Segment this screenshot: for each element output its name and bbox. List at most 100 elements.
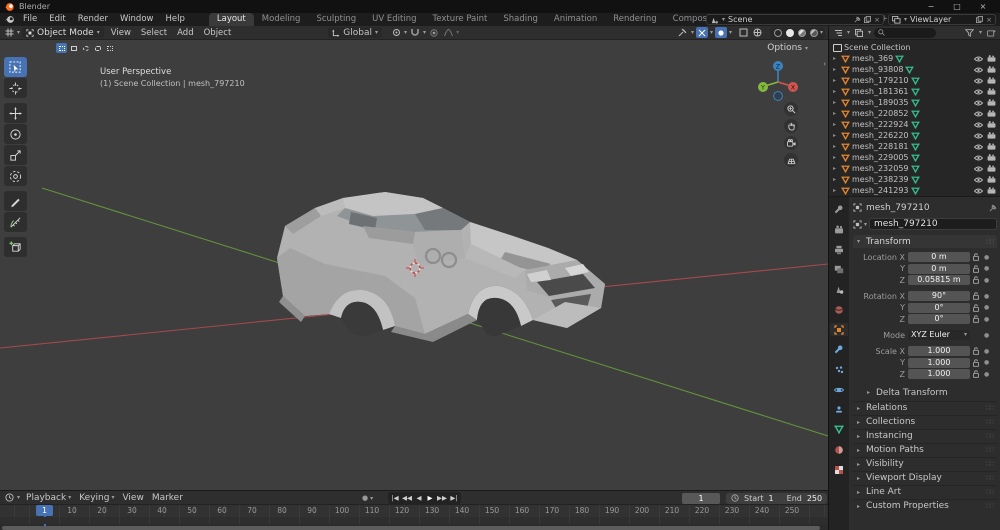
filter-icon[interactable] — [964, 27, 976, 38]
section-relations[interactable]: ▸ Relations ∷∷ — [853, 400, 997, 415]
object-name[interactable]: mesh_93808 — [852, 65, 903, 74]
object-name[interactable]: mesh_181361 — [852, 87, 909, 96]
shading-solid-icon[interactable] — [785, 28, 794, 37]
zoom-icon[interactable] — [784, 102, 798, 116]
new-collection-icon[interactable] — [985, 27, 997, 38]
auto-keying-record-icon[interactable]: ● — [362, 494, 368, 502]
transform-tool[interactable] — [4, 166, 27, 186]
shading-material-icon[interactable] — [797, 28, 806, 37]
transform-orientation[interactable]: Global ▾ — [328, 27, 383, 38]
pin-icon[interactable] — [854, 16, 861, 23]
lock-icon[interactable] — [973, 347, 981, 355]
lock-icon[interactable] — [973, 303, 981, 312]
eye-icon[interactable] — [974, 89, 983, 95]
transform-value-field[interactable]: 1.000 — [908, 369, 970, 379]
tab-modeling[interactable]: Modeling — [254, 13, 309, 26]
lock-icon[interactable] — [973, 264, 981, 273]
options-dropdown[interactable]: Options ▾ — [767, 43, 808, 53]
animate-dot-icon[interactable]: ● — [984, 348, 989, 355]
tab-sculpting[interactable]: Sculpting — [308, 13, 364, 26]
expand-icon[interactable]: ▸ — [833, 165, 839, 172]
rotation-mode-dropdown[interactable]: XYZ Euler ▾ — [908, 330, 970, 340]
eye-icon[interactable] — [974, 166, 983, 172]
outliner-item[interactable]: ▸ mesh_238239 — [833, 174, 998, 185]
object-name[interactable]: mesh_229005 — [852, 153, 909, 162]
mode-selector[interactable]: Object Mode ▾ — [22, 27, 104, 38]
chevron-down-icon[interactable]: ▾ — [820, 29, 823, 36]
measure-tool[interactable] — [4, 212, 27, 232]
menu-render[interactable]: Render — [72, 13, 114, 26]
expand-icon[interactable]: ▸ — [833, 88, 839, 95]
timeline-ruler[interactable]: 10 20 30 40 50 60 70 80 90 100 110 120 130 140 150 160 1… — [0, 505, 828, 517]
timeline-menu-view[interactable]: View — [118, 493, 147, 503]
current-frame-badge[interactable]: 1 — [36, 505, 53, 516]
camera-icon[interactable] — [987, 165, 996, 172]
prev-keyframe-button[interactable]: ◀◀ — [401, 492, 413, 504]
perspective-toggle-icon[interactable] — [784, 153, 798, 167]
transform-value-field[interactable]: 0° — [908, 314, 970, 324]
outliner-item[interactable]: ▸ mesh_232059 — [833, 163, 998, 174]
expand-icon[interactable]: ▸ — [833, 176, 839, 183]
camera-icon[interactable] — [987, 55, 996, 62]
camera-icon[interactable] — [987, 154, 996, 161]
camera-icon[interactable] — [987, 66, 996, 73]
eye-icon[interactable] — [974, 144, 983, 150]
shading-wireframe-icon[interactable] — [773, 28, 782, 37]
tab-layout[interactable]: Layout — [208, 13, 254, 26]
expand-icon[interactable]: ▸ — [833, 187, 839, 194]
current-frame-field[interactable]: 1 — [682, 492, 720, 504]
animate-dot-icon[interactable]: ● — [984, 332, 989, 339]
show-gizmo-icon[interactable] — [738, 27, 750, 38]
unlink-scene-icon[interactable]: × — [874, 16, 880, 24]
render-tab-icon[interactable] — [830, 223, 848, 236]
eye-icon[interactable] — [974, 188, 983, 194]
select-mode-lasso[interactable] — [92, 43, 103, 53]
eye-icon[interactable] — [974, 177, 983, 183]
navigation-gizmo[interactable]: Z Y X — [756, 58, 800, 102]
section-viewport-display[interactable]: ▸ Viewport Display ∷∷ — [853, 470, 997, 485]
viewport-3d[interactable]: Options ▾ ‹ User Perspective (1) Scene C… — [0, 40, 828, 490]
animate-dot-icon[interactable]: ● — [984, 304, 989, 311]
tab-uv-editing[interactable]: UV Editing — [364, 13, 424, 26]
outliner-item[interactable]: ▸ mesh_93808 — [833, 64, 998, 75]
eye-icon[interactable] — [974, 67, 983, 73]
eye-icon[interactable] — [974, 122, 983, 128]
object-name[interactable]: mesh_220852 — [852, 109, 909, 118]
expand-icon[interactable]: ▸ — [833, 99, 839, 106]
object-name[interactable]: mesh_241293 — [852, 186, 909, 195]
transform-value-field[interactable]: 90° — [908, 291, 970, 301]
transform-value-field[interactable]: 0 m — [908, 252, 970, 262]
outliner-item[interactable]: ▸ mesh_222924 — [833, 119, 998, 130]
viewport-menu-object[interactable]: Object — [199, 28, 237, 38]
object-name[interactable]: mesh_179210 — [852, 76, 909, 85]
minimize-button[interactable]: − — [918, 0, 944, 13]
timeline-scrollbar[interactable] — [2, 525, 820, 530]
object-name[interactable]: mesh_189035 — [852, 98, 909, 107]
camera-icon[interactable] — [987, 77, 996, 84]
expand-icon[interactable]: ▸ — [833, 154, 839, 161]
camera-icon[interactable] — [987, 99, 996, 106]
tab-texture-paint[interactable]: Texture Paint — [425, 13, 496, 26]
transform-value-field[interactable]: 0° — [908, 302, 970, 313]
eye-icon[interactable] — [974, 56, 983, 62]
jump-to-end-button[interactable]: ▶| — [449, 492, 459, 504]
modifiers-tab-icon[interactable] — [830, 343, 848, 356]
transform-value-field[interactable]: 0 m — [908, 263, 970, 274]
viewport-menu-add[interactable]: Add — [172, 28, 198, 38]
pin-icon[interactable] — [989, 204, 997, 212]
lock-icon[interactable] — [973, 370, 981, 378]
animate-dot-icon[interactable]: ● — [984, 265, 989, 272]
jump-to-start-button[interactable]: |◀ — [390, 492, 400, 504]
object-name-field[interactable]: mesh_797210 — [869, 218, 997, 230]
outliner-item[interactable]: ▸ mesh_181361 — [833, 86, 998, 97]
transform-value-field[interactable]: 0.05815 m — [908, 275, 970, 285]
animate-dot-icon[interactable]: ● — [984, 371, 989, 378]
outliner-item[interactable]: ▸ mesh_241293 — [833, 185, 998, 196]
outliner-item[interactable]: ▸ mesh_226220 — [833, 130, 998, 141]
section-instancing[interactable]: ▸ Instancing ∷∷ — [853, 428, 997, 443]
eye-icon[interactable] — [974, 133, 983, 139]
camera-icon[interactable] — [987, 88, 996, 95]
section-motion-paths[interactable]: ▸ Motion Paths ∷∷ — [853, 442, 997, 457]
expand-icon[interactable]: ▸ — [833, 132, 839, 139]
object-name[interactable]: mesh_238239 — [852, 175, 909, 184]
